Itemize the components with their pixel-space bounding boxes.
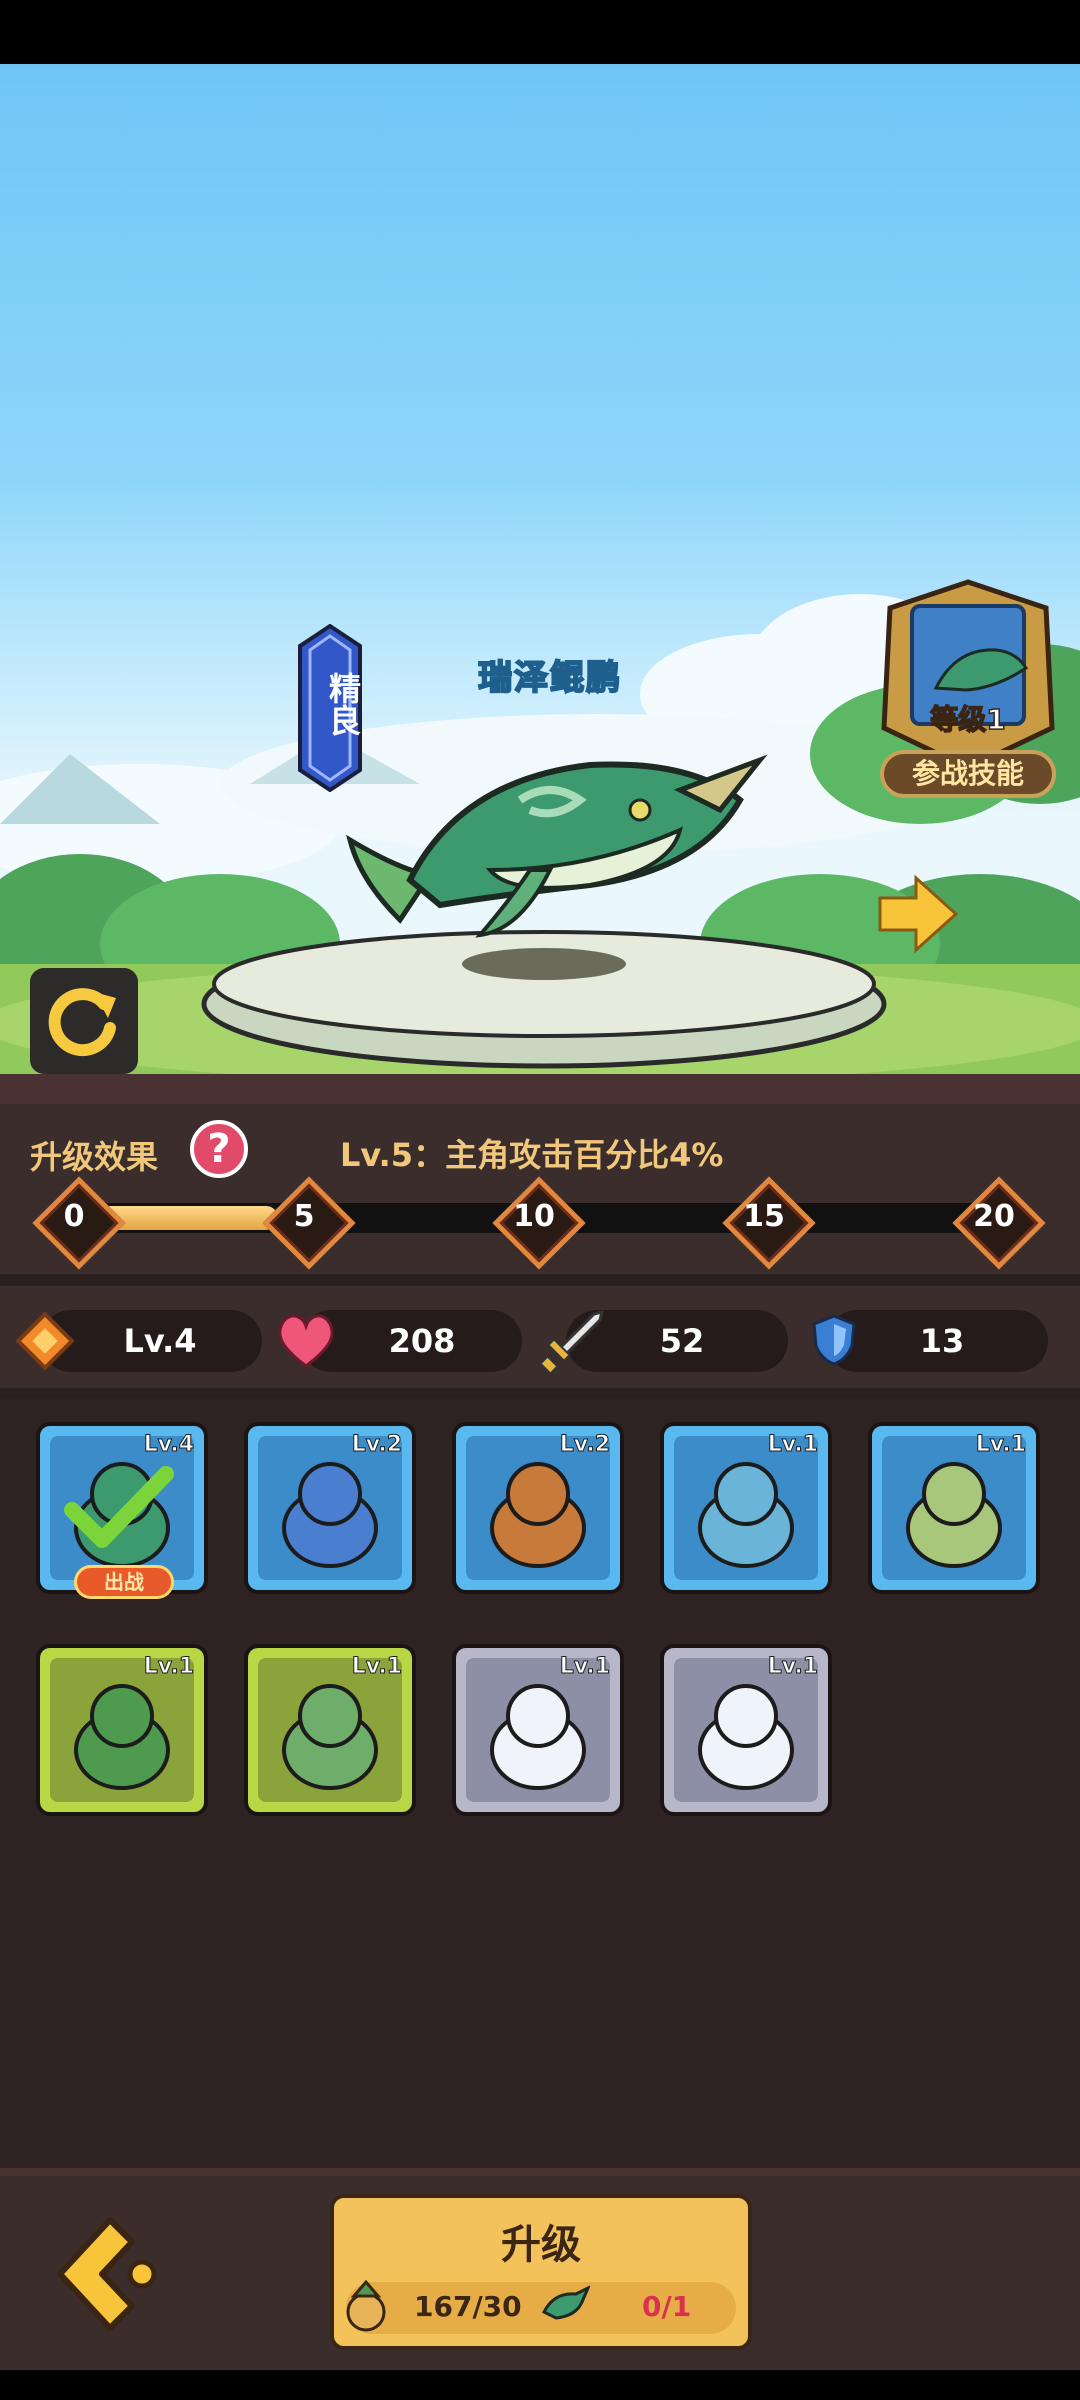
quality-label: 精良 — [324, 672, 362, 736]
milestone-label: 15 — [743, 1199, 785, 1234]
pet-card[interactable]: Lv.2 — [452, 1422, 624, 1594]
pet-name: 瑞泽鲲鹏 — [477, 657, 622, 699]
refresh-icon — [48, 988, 116, 1057]
skill-label[interactable]: 参战技能 — [880, 750, 1056, 798]
pet-fragment-icon — [541, 2285, 590, 2320]
checkmark-icon — [64, 1466, 174, 1548]
shield-icon — [812, 1314, 856, 1366]
milestone-label: 0 — [63, 1199, 85, 1234]
deployed-badge: 出战 — [74, 1565, 174, 1599]
pet-card[interactable]: Lv.1 — [452, 1644, 624, 1816]
pet-card-level: Lv.1 — [767, 1432, 818, 1458]
defense-value: 13 — [919, 1322, 965, 1360]
skill-level: 等级1 — [930, 702, 1007, 737]
divider — [0, 1274, 1080, 1286]
upgrade-button-label: 升级 — [501, 2222, 581, 2268]
pet-card[interactable]: Lv.1 — [660, 1644, 832, 1816]
pet-card-level: Lv.2 — [559, 1432, 610, 1458]
sea-dragon-icon — [698, 1462, 794, 1568]
pet-card[interactable]: Lv.1 — [868, 1422, 1040, 1594]
food-material-icon — [346, 2279, 386, 2332]
heart-icon — [278, 1314, 334, 1368]
upgrade-effect-title: 升级效果 — [30, 1138, 159, 1176]
milestone-label: 10 — [513, 1199, 555, 1234]
green-fox-icon — [74, 1684, 170, 1790]
attack-value: 52 — [659, 1322, 705, 1360]
refresh-button[interactable] — [30, 968, 138, 1074]
pet-card[interactable]: Lv.1 — [36, 1644, 208, 1816]
blue-tiger-icon — [282, 1462, 378, 1568]
fragment-cost-count: 0/1 — [642, 2290, 692, 2323]
help-icon[interactable]: ? — [190, 1120, 248, 1178]
pet-card-level: Lv.1 — [559, 1654, 610, 1680]
upgrade-effect-description: Lv.5：主角攻击百分比4% — [340, 1136, 724, 1174]
sword-icon — [539, 1309, 605, 1375]
level-gem-icon — [15, 1311, 75, 1371]
jade-beast-icon — [906, 1462, 1002, 1568]
pet-card[interactable]: Lv.2 — [244, 1422, 416, 1594]
milestone-label: 5 — [293, 1199, 315, 1234]
pet-card[interactable]: Lv.1 — [244, 1644, 416, 1816]
pet-creature-whale — [346, 754, 768, 938]
pet-card-level: Lv.4 — [143, 1432, 194, 1458]
white-tiger-icon — [490, 1684, 586, 1790]
white-horse-icon — [698, 1684, 794, 1790]
pet-card-level: Lv.1 — [351, 1654, 402, 1680]
pet-card-level: Lv.2 — [351, 1432, 402, 1458]
back-arrow-icon[interactable] — [40, 2212, 160, 2336]
pet-card[interactable]: Lv.1 — [660, 1422, 832, 1594]
milestone-label: 20 — [973, 1199, 1015, 1234]
green-unicorn-icon — [282, 1684, 378, 1790]
pet-card-level: Lv.1 — [767, 1654, 818, 1680]
level-value: Lv.4 — [123, 1322, 197, 1360]
next-pet-arrow-icon[interactable] — [876, 874, 960, 954]
pet-scene: 精良 瑞泽鲲鹏 等级1 参战技能 — [0, 64, 1080, 1104]
status-bar — [0, 0, 1080, 64]
system-nav-bar — [0, 2370, 1080, 2400]
hp-value: 208 — [388, 1322, 456, 1360]
material-cost-count: 167/30 — [414, 2290, 522, 2323]
pet-card-level: Lv.1 — [975, 1432, 1026, 1458]
divider — [0, 1388, 1080, 1398]
fox-cat-icon — [490, 1462, 586, 1568]
pet-card-level: Lv.1 — [143, 1654, 194, 1680]
